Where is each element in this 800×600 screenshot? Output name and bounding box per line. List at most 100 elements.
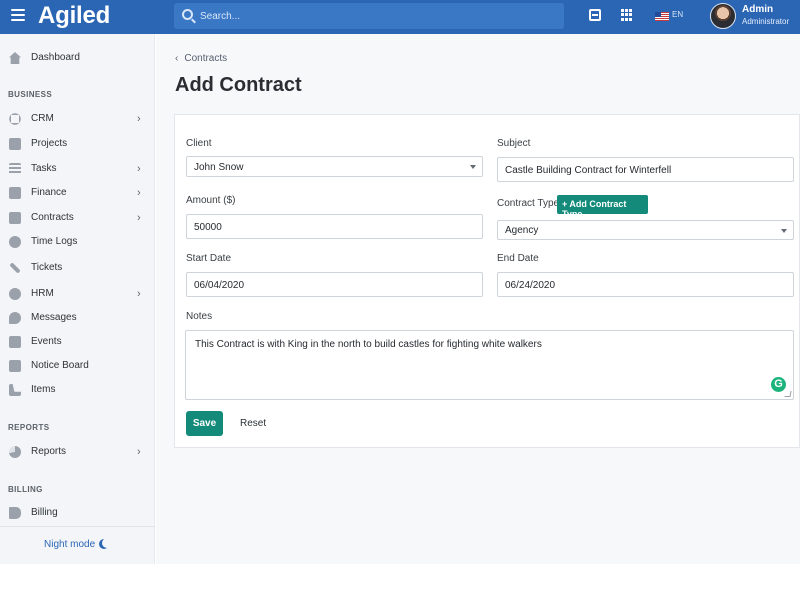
sidebar-item-label: Tasks	[31, 163, 57, 174]
subject-label: Subject	[497, 138, 531, 149]
chevron-right-icon: ›	[137, 212, 141, 224]
night-mode-toggle[interactable]: Night mode	[0, 526, 155, 564]
sidebar-item-label: Reports	[31, 446, 67, 457]
amount-input[interactable]: 50000	[186, 214, 483, 239]
us-flag-icon[interactable]	[655, 12, 669, 21]
chevron-down-icon	[470, 165, 476, 169]
chevron-right-icon: ›	[137, 113, 141, 125]
sidebar-item-label: Contracts	[31, 212, 74, 223]
book-icon	[9, 507, 21, 519]
sidebar-item-label: Finance	[31, 187, 67, 198]
sidebar-item-label: Billing	[31, 507, 58, 518]
wrench-icon	[9, 262, 21, 274]
clock-icon	[9, 236, 21, 248]
user-role: Administrator	[742, 17, 790, 26]
client-select[interactable]: John Snow	[186, 156, 483, 177]
page-bottom-area	[0, 564, 800, 600]
sidebar-item-tickets[interactable]: Tickets	[0, 257, 155, 279]
pie-chart-icon	[9, 446, 21, 458]
contracts-icon	[9, 212, 21, 224]
tasks-icon	[9, 163, 21, 175]
sidebar-item-items[interactable]: Items	[0, 379, 155, 401]
inbox-icon[interactable]	[589, 9, 601, 21]
sidebar-item-finance[interactable]: Finance ›	[0, 182, 155, 204]
contract-type-value: Agency	[505, 225, 539, 236]
sidebar-item-label: Notice Board	[31, 360, 89, 371]
sidebar-item-billing[interactable]: Billing	[0, 502, 155, 524]
contract-type-select[interactable]: Agency	[497, 220, 794, 240]
amount-label: Amount ($)	[186, 195, 236, 206]
sidebar-item-messages[interactable]: Messages	[0, 307, 155, 329]
chevron-right-icon: ›	[137, 163, 141, 175]
home-icon	[9, 52, 21, 64]
save-button[interactable]: Save	[186, 411, 223, 436]
reset-button[interactable]: Reset	[240, 418, 266, 429]
sidebar-item-reports[interactable]: Reports ›	[0, 441, 155, 463]
sidebar-item-hrm[interactable]: HRM ›	[0, 283, 155, 305]
sidebar-item-label: Projects	[31, 138, 68, 149]
chevron-down-icon	[781, 229, 787, 233]
moon-icon	[99, 538, 112, 549]
brand-logo[interactable]: Agiled	[38, 2, 110, 30]
start-date-input[interactable]: 06/04/2020	[186, 272, 483, 297]
sidebar-item-label: CRM	[31, 113, 54, 124]
business-section-heading: BUSINESS	[8, 90, 53, 99]
sidebar-item-notice-board[interactable]: Notice Board	[0, 355, 155, 377]
sidebar: Dashboard BUSINESS CRM › Projects Tasks …	[0, 34, 155, 564]
sidebar-item-label: Dashboard	[31, 52, 80, 63]
search-icon	[182, 9, 193, 20]
hamburger-menu-icon[interactable]	[11, 9, 25, 21]
sidebar-item-events[interactable]: Events	[0, 331, 155, 353]
chat-icon	[9, 312, 21, 324]
client-value: John Snow	[194, 162, 244, 173]
apps-grid-icon[interactable]	[621, 9, 633, 21]
cart-icon	[9, 384, 21, 396]
reports-section-heading: REPORTS	[8, 423, 50, 432]
finance-icon	[9, 187, 21, 199]
top-navigation-bar: Agiled EN Admin Administrator	[0, 0, 800, 34]
sidebar-item-label: Items	[31, 384, 56, 395]
projects-icon	[9, 138, 21, 150]
chevron-right-icon: ›	[137, 288, 141, 300]
chevron-left-icon: ‹	[175, 53, 179, 64]
chevron-right-icon: ›	[137, 187, 141, 199]
sidebar-item-label: Tickets	[31, 262, 63, 273]
sidebar-item-label: Time Logs	[31, 236, 78, 247]
billing-section-heading: BILLING	[8, 485, 43, 494]
language-selector[interactable]: EN	[672, 10, 683, 19]
search-input[interactable]	[200, 7, 550, 25]
start-date-label: Start Date	[186, 253, 232, 264]
resize-handle-icon[interactable]	[784, 391, 792, 397]
subject-input[interactable]: Castle Building Contract for Winterfell	[497, 157, 794, 182]
user-name[interactable]: Admin	[742, 4, 773, 15]
calendar-icon	[9, 336, 21, 348]
add-contract-type-button[interactable]: + Add Contract Type	[557, 195, 648, 219]
sidebar-item-dashboard[interactable]: Dashboard	[0, 47, 155, 69]
sidebar-item-tasks[interactable]: Tasks ›	[0, 158, 155, 180]
client-label: Client	[186, 138, 212, 149]
end-date-label: End Date	[497, 253, 539, 264]
sidebar-item-label: Messages	[31, 312, 77, 323]
notes-value: This Contract is with King in the north …	[195, 339, 542, 350]
breadcrumb-contracts-link[interactable]: Contracts	[184, 53, 227, 64]
page-title: Add Contract	[175, 74, 302, 96]
grammarly-icon[interactable]: G	[771, 377, 786, 392]
night-mode-label: Night mode	[44, 539, 96, 550]
notice-icon	[9, 360, 21, 372]
user-icon	[9, 113, 21, 125]
sidebar-item-time-logs[interactable]: Time Logs	[0, 231, 155, 253]
sidebar-item-label: Events	[31, 336, 62, 347]
sidebar-item-crm[interactable]: CRM ›	[0, 108, 155, 130]
contract-type-label: Contract Type	[497, 198, 560, 209]
notes-textarea[interactable]: This Contract is with King in the north …	[185, 330, 794, 400]
sidebar-item-contracts[interactable]: Contracts ›	[0, 207, 155, 229]
search-box[interactable]	[174, 3, 564, 29]
notes-label: Notes	[186, 311, 213, 322]
sidebar-item-projects[interactable]: Projects	[0, 133, 155, 155]
user-avatar[interactable]	[710, 3, 736, 29]
end-date-input[interactable]: 06/24/2020	[497, 272, 794, 297]
hrm-icon	[9, 288, 21, 300]
breadcrumb[interactable]: ‹ Contracts	[175, 53, 227, 64]
sidebar-item-label: HRM	[31, 288, 54, 299]
chevron-right-icon: ›	[137, 446, 141, 458]
